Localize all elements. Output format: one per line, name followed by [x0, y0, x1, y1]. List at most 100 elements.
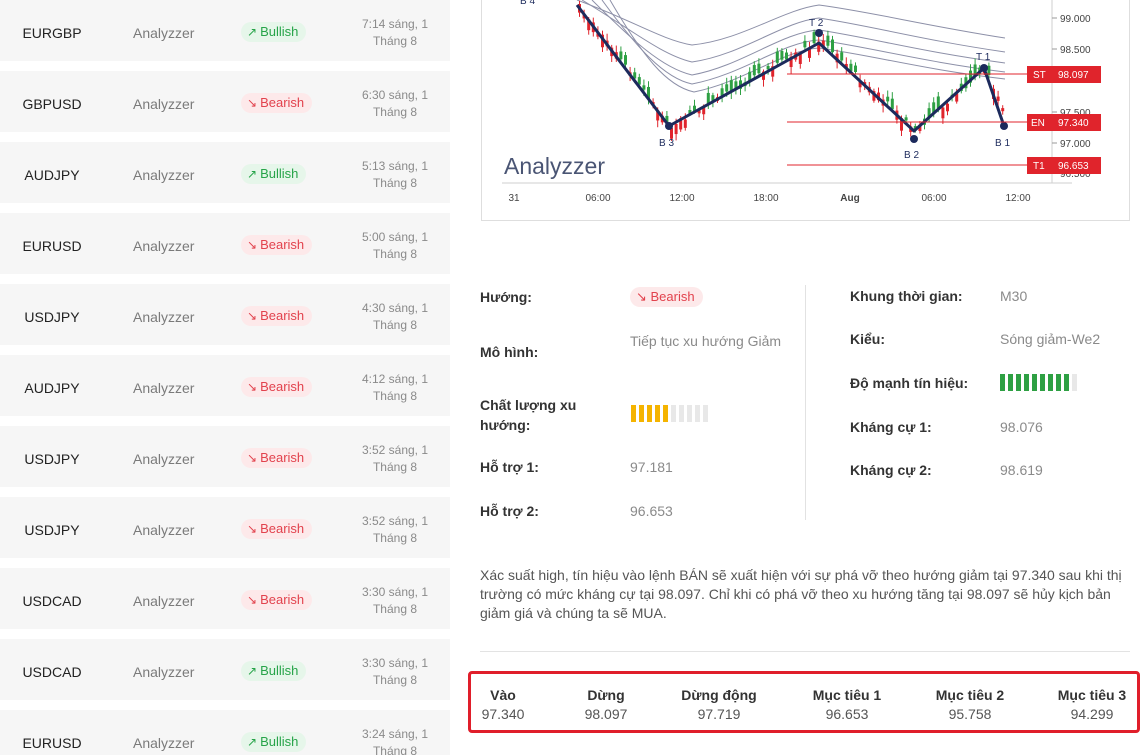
level-title: Mục tiêu 1 — [812, 687, 882, 703]
signal-time: 3:30 sáng, 1 Tháng 8 — [340, 584, 450, 618]
signal-summary: Xác suất high, tín hiệu vào lệnh BÁN sẽ … — [480, 567, 1122, 621]
meter-segment — [631, 405, 636, 422]
signal-source: Analyzzer — [133, 735, 195, 751]
type-label: Kiểu: — [850, 331, 885, 347]
arrow-down-right-icon: ↘ — [247, 380, 258, 394]
time-line1: 3:30 sáng, 1 — [361, 585, 429, 599]
price-chart[interactable]: B 4 B 3 T 2 B 2 T 1 B 1 99.000 98.500 97… — [481, 0, 1130, 221]
signal-time: 3:52 sáng, 1 Tháng 8 — [340, 442, 450, 476]
ema-line — [591, 0, 1006, 76]
signal-row[interactable]: USDCAD Analyzzer ↘ Bearish 3:30 sáng, 1 Th… — [0, 568, 450, 634]
pivot-point — [1000, 122, 1008, 130]
arrow-up-right-icon: ↗ — [247, 167, 258, 181]
signal-time: 4:30 sáng, 1 Tháng 8 — [340, 300, 450, 334]
arrow-up-right-icon: ↗ — [247, 735, 258, 749]
meter-segment — [1064, 374, 1069, 391]
time-line1: 3:30 sáng, 1 — [361, 656, 429, 670]
signal-strength-label: Độ mạnh tín hiệu: — [850, 375, 969, 391]
level-value: 96.653 — [825, 706, 869, 722]
signal-row[interactable]: EURUSD Analyzzer ↗ Bullish 3:24 sáng, 1 Th… — [0, 710, 450, 755]
signal-row[interactable]: AUDJPY Analyzzer ↗ Bullish 5:13 sáng, 1 Th… — [0, 142, 450, 208]
arrow-down-right-icon: ↘ — [247, 522, 258, 536]
candle-body — [624, 55, 627, 65]
meter-segment — [1016, 374, 1021, 391]
signal-row[interactable]: USDJPY Analyzzer ↘ Bearish 4:30 sáng, 1 Th… — [0, 284, 450, 350]
x-tick-label: 06:00 — [585, 193, 610, 204]
trend-label: Bearish — [260, 95, 305, 110]
signal-pair: USDJPY — [24, 309, 80, 325]
signal-pair: USDCAD — [22, 664, 82, 680]
signal-source: Analyzzer — [133, 167, 195, 183]
time-line1: 4:30 sáng, 1 — [361, 301, 429, 315]
candle-body — [946, 103, 949, 112]
candle-body — [642, 85, 646, 90]
arrow-down-right-icon: ↘ — [247, 238, 258, 252]
signal-list: EURGBP Analyzzer ↗ Bullish 7:14 sáng, 1 Th… — [0, 0, 450, 755]
candle-body — [752, 65, 756, 76]
time-line1: 7:14 sáng, 1 — [361, 17, 429, 31]
level-value: 97.719 — [697, 706, 741, 722]
arrow-up-right-icon: ↗ — [247, 25, 258, 39]
support1-label: Hỗ trợ 1: — [480, 459, 539, 475]
signal-time: 5:00 sáng, 1 Tháng 8 — [340, 229, 450, 263]
meter-segment — [655, 405, 660, 422]
signal-row[interactable]: USDJPY Analyzzer ↘ Bearish 3:52 sáng, 1 Th… — [0, 426, 450, 492]
arrow-up-right-icon: ↗ — [247, 664, 258, 678]
meter-segment — [687, 405, 692, 422]
price-tag-label: EN — [1031, 118, 1045, 129]
pattern-label: Mô hình: — [480, 344, 539, 360]
signal-source: Analyzzer — [133, 25, 195, 41]
meter-segment — [671, 405, 676, 422]
signal-pair: USDCAD — [22, 593, 82, 609]
signal-time: 5:13 sáng, 1 Tháng 8 — [340, 158, 450, 192]
signal-time: 3:24 sáng, 1 Tháng 8 — [340, 726, 450, 755]
x-tick-label: 18:00 — [753, 193, 778, 204]
trade-levels: Vào 97.340 Dừng 98.097 Dừng động 97.719 … — [468, 671, 1140, 733]
arrow-down-right-icon: ↘ — [247, 593, 258, 607]
level-title: Mục tiêu 2 — [935, 687, 1005, 703]
meter-segment — [1040, 374, 1045, 391]
trend-label: Bearish — [260, 592, 305, 607]
signal-time: 6:30 sáng, 1 Tháng 8 — [340, 87, 450, 121]
trend-badge: ↘ Bearish — [241, 93, 313, 113]
meter-segment — [1072, 374, 1077, 391]
level-value: 94.299 — [1070, 706, 1114, 722]
level-title: Dừng — [587, 687, 625, 703]
signal-source: Analyzzer — [133, 451, 195, 467]
signal-row[interactable]: EURUSD Analyzzer ↘ Bearish 5:00 sáng, 1 Th… — [0, 213, 450, 279]
trend-badge: ↘ Bearish — [241, 377, 313, 397]
time-line2: Tháng 8 — [372, 531, 418, 545]
candle-body — [886, 96, 890, 102]
time-line2: Tháng 8 — [372, 105, 418, 119]
signal-row[interactable]: GBPUSD Analyzzer ↘ Bearish 6:30 sáng, 1 Th… — [0, 71, 450, 137]
signal-source: Analyzzer — [133, 522, 195, 538]
level-value: 97.340 — [481, 706, 525, 722]
divider — [480, 651, 1130, 652]
pattern-value: Tiếp tục xu hướng Giảm — [630, 333, 782, 349]
meter-segment — [695, 405, 700, 422]
candle-body — [826, 35, 830, 46]
trend-label: Bullish — [260, 734, 299, 749]
signal-row[interactable]: EURGBP Analyzzer ↗ Bullish 7:14 sáng, 1 Th… — [0, 0, 450, 66]
candle-body — [619, 51, 623, 60]
pivot-point — [665, 122, 673, 130]
signal-row[interactable]: USDJPY Analyzzer ↘ Bearish 3:52 sáng, 1 Th… — [0, 497, 450, 563]
direction-badge: ↘ Bearish — [630, 287, 703, 307]
signal-source: Analyzzer — [133, 238, 195, 254]
zigzag-line — [575, 4, 1006, 133]
arrow-down-right-icon: ↘ — [247, 96, 258, 110]
trend-label: Bearish — [260, 379, 305, 394]
candle-body — [803, 40, 807, 48]
time-line2: Tháng 8 — [372, 247, 418, 261]
candle-body — [674, 123, 678, 135]
meter-segment — [639, 405, 644, 422]
signal-source: Analyzzer — [133, 380, 195, 396]
y-tick-label: 98.500 — [1060, 45, 1091, 56]
resistance2-value: 98.619 — [1000, 462, 1043, 478]
signal-time: 3:52 sáng, 1 Tháng 8 — [340, 513, 450, 547]
level-trailing-stop: Dừng động 97.719 — [671, 686, 767, 724]
signal-row[interactable]: USDCAD Analyzzer ↗ Bullish 3:30 sáng, 1 Th… — [0, 639, 450, 705]
y-tick-label: 99.000 — [1060, 14, 1091, 25]
signal-row[interactable]: AUDJPY Analyzzer ↘ Bearish 4:12 sáng, 1 Th… — [0, 355, 450, 421]
column-divider — [805, 285, 806, 520]
